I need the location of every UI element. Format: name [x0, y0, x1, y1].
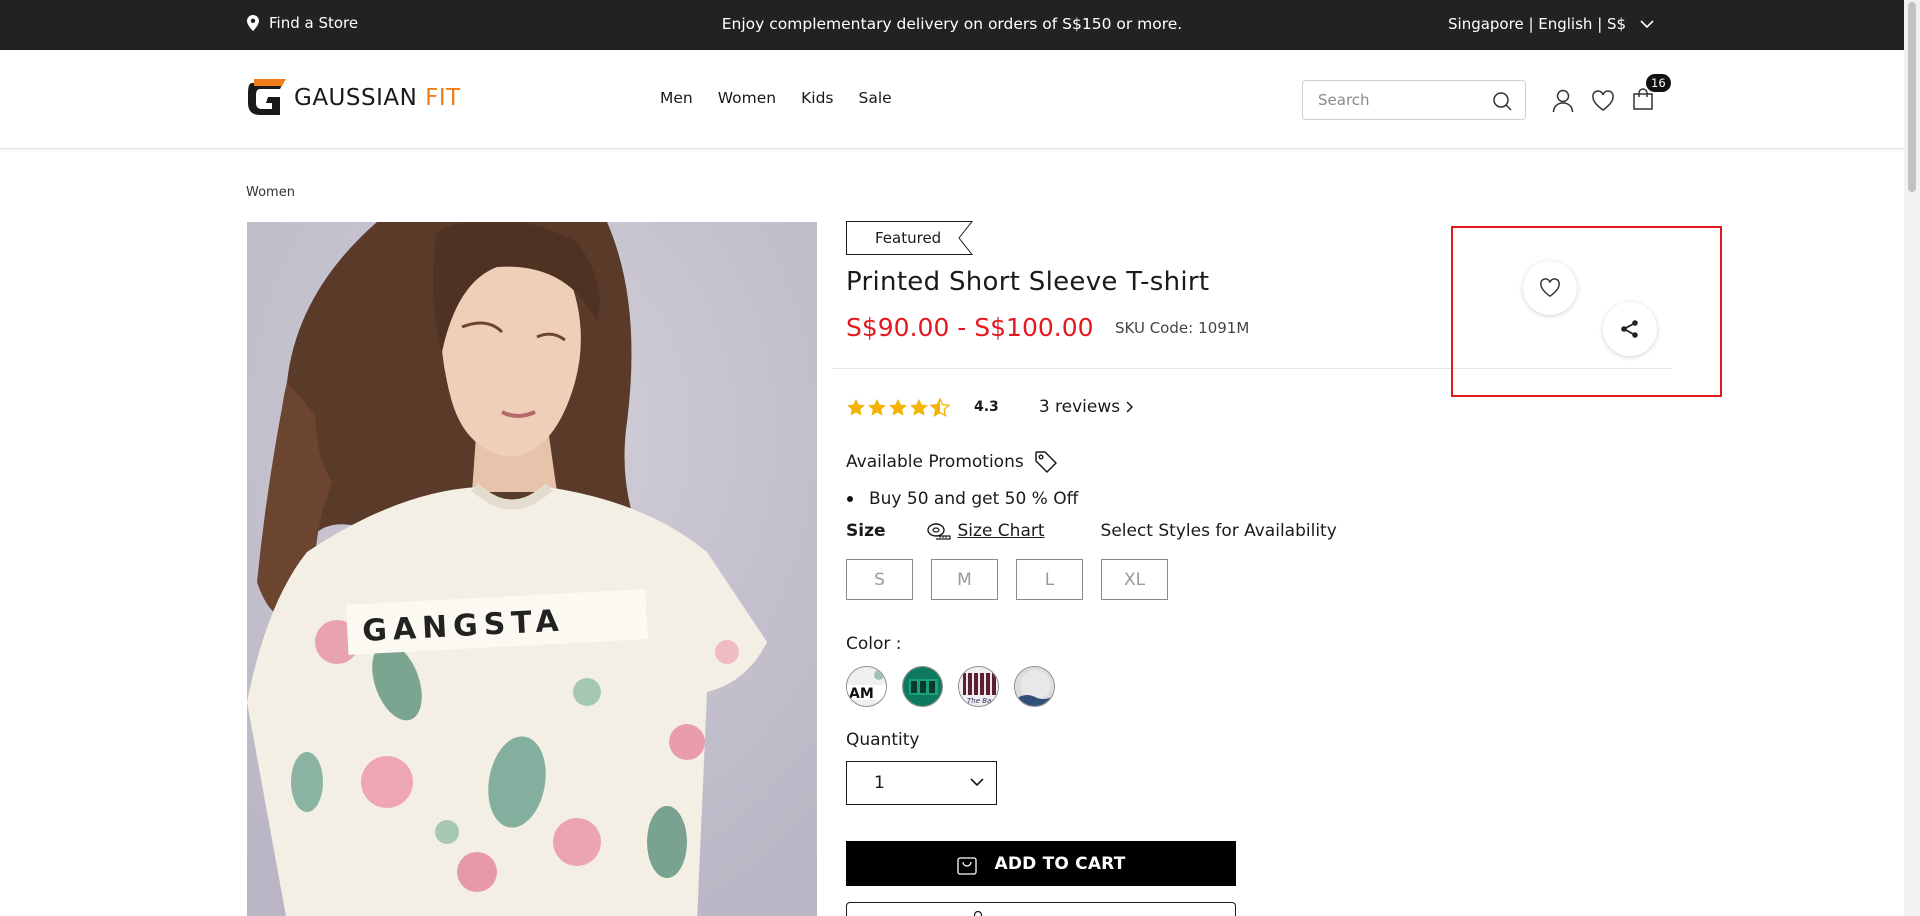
logo-wordmark: GAUSSIAN FIT [294, 85, 461, 111]
star-full-icon [847, 398, 865, 416]
sku-label: SKU Code: [1115, 319, 1194, 337]
scrollbar-thumb[interactable] [1908, 2, 1916, 192]
featured-badge: Featured [846, 221, 974, 255]
swatch-maroon-stripe-image: The Ba [959, 667, 998, 706]
search-input[interactable] [1318, 91, 1478, 109]
ribbon-notch-shape [951, 221, 974, 255]
bullet-dot [847, 496, 853, 502]
star-full-icon [868, 398, 886, 416]
rating-value: 4.3 [974, 399, 999, 415]
reviews-count: 3 reviews [1038, 397, 1121, 417]
product-actions-highlight [1451, 226, 1722, 397]
swatch-light-grey-image [1015, 667, 1054, 706]
product-page: Find a Store Enjoy complementary deliver… [0, 0, 1920, 916]
locale-label: Singapore | English | S$ [1448, 15, 1627, 33]
promotions-label: Available Promotions [846, 452, 1024, 472]
promotion-text: Buy 50 and get 50 % Off [869, 489, 1079, 509]
quantity-label: Quantity [846, 730, 920, 750]
quantity-select[interactable]: 1 [846, 761, 997, 805]
nav-men[interactable]: Men [660, 89, 693, 107]
product-price: S$90.00 - S$100.00 [846, 313, 1094, 342]
breadcrumb-women[interactable]: Women [246, 185, 295, 200]
tag-icon [1034, 451, 1057, 473]
locale-selector[interactable]: Singapore | English | S$ [1448, 15, 1654, 33]
availability-note: Select Styles for Availability [1100, 521, 1337, 541]
breadcrumb[interactable]: Women [246, 185, 295, 200]
add-to-cart-button[interactable]: ADD TO CART [846, 841, 1236, 886]
color-swatch-print-white[interactable]: AM [846, 666, 887, 707]
rating-row: 4.3 3 reviews [846, 397, 1134, 417]
site-header: GAUSSIAN FIT Men Women Kids Sale 16 [0, 50, 1904, 149]
size-option-s[interactable]: S [846, 559, 913, 600]
secondary-action-icon [973, 910, 983, 916]
shopping-bag-icon [957, 856, 978, 875]
nav-women[interactable]: Women [718, 89, 776, 107]
sku-code: SKU Code: 1091M [1115, 319, 1249, 337]
color-swatch-maroon-stripe[interactable]: The Ba [958, 666, 999, 707]
secondary-action-button[interactable] [846, 902, 1236, 916]
swatch-print-white-image: AM [847, 667, 886, 706]
size-option-l[interactable]: L [1016, 559, 1083, 600]
announcement-bar: Find a Store Enjoy complementary deliver… [0, 0, 1904, 50]
search-icon[interactable] [1492, 91, 1512, 111]
heart-icon [1540, 278, 1560, 298]
nav-sale[interactable]: Sale [859, 89, 892, 107]
color-swatch-light-grey[interactable] [1014, 666, 1055, 707]
size-chart-link[interactable]: Size Chart [926, 521, 1045, 541]
star-half-icon [930, 397, 950, 417]
gaussian-logo-icon [248, 79, 286, 115]
color-swatches: AM The Ba [846, 666, 1055, 707]
wishlist-heart-icon[interactable] [1591, 90, 1615, 112]
size-option-m[interactable]: M [931, 559, 998, 600]
size-label: Size [846, 521, 886, 541]
color-swatch-teal-graphic[interactable] [902, 666, 943, 707]
share-button[interactable] [1603, 302, 1657, 356]
measuring-tape-icon [926, 523, 951, 540]
chevron-down-icon [1640, 20, 1654, 28]
add-to-cart-label: ADD TO CART [994, 853, 1126, 874]
product-title: Printed Short Sleeve T-shirt [846, 267, 1210, 297]
cart-count-badge: 16 [1646, 74, 1671, 92]
size-option-xl[interactable]: XL [1101, 559, 1168, 600]
size-chart-label: Size Chart [957, 521, 1045, 541]
quantity-value: 1 [874, 773, 885, 793]
star-full-icon [889, 398, 907, 416]
sku-value: 1091M [1198, 319, 1250, 337]
size-options: S M L XL [846, 559, 1168, 600]
featured-label: Featured [846, 221, 952, 255]
main-nav: Men Women Kids Sale [660, 89, 892, 107]
svg-text:AM: AM [849, 686, 874, 702]
color-label: Color : [846, 634, 902, 654]
promotion-item: Buy 50 and get 50 % Off [847, 489, 1079, 509]
logo-accent-text: FIT [425, 85, 461, 111]
page-scrollbar[interactable] [1904, 0, 1920, 916]
star-rating [846, 397, 950, 417]
model-tshirt-illustration: GANGSTA [247, 222, 817, 916]
svg-text:The Ba: The Ba [967, 697, 991, 705]
promotions-heading: Available Promotions [846, 450, 1058, 474]
swatch-teal-graphic-image [903, 667, 942, 706]
logo-main-text: GAUSSIAN [294, 85, 418, 111]
reviews-link[interactable]: 3 reviews [1038, 397, 1134, 417]
brand-logo[interactable]: GAUSSIAN FIT [246, 77, 461, 119]
share-icon [1621, 320, 1638, 338]
product-image[interactable]: GANGSTA [247, 222, 817, 916]
star-full-icon [910, 398, 928, 416]
search-box [1302, 80, 1526, 120]
chevron-down-icon [970, 778, 984, 786]
nav-kids[interactable]: Kids [801, 89, 833, 107]
header-icons: 16 [1552, 74, 1671, 114]
chevron-right-icon [1126, 401, 1134, 413]
cart-button[interactable]: 16 [1632, 74, 1671, 114]
user-account-icon[interactable] [1552, 89, 1574, 113]
size-row: Size Size Chart Select Styles for Availa… [846, 521, 1337, 541]
add-to-wishlist-button[interactable] [1523, 261, 1577, 315]
